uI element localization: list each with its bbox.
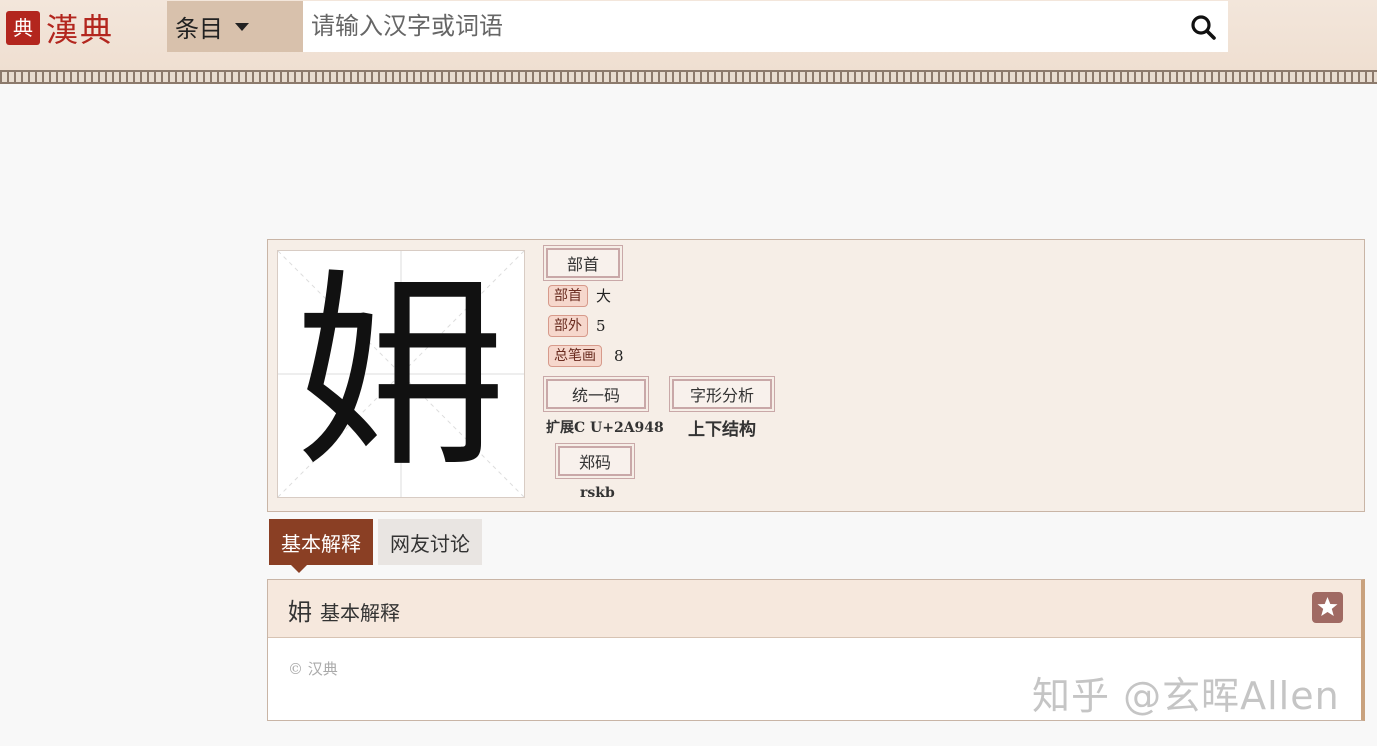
logo-seal: 典 <box>6 11 40 45</box>
site-logo[interactable]: 典 漢典 <box>6 8 115 49</box>
search-box <box>303 1 1228 52</box>
site-header: 典 漢典 条目 <box>0 0 1377 70</box>
logo-text: 漢典 <box>46 11 115 49</box>
tab-basic-explanation[interactable]: 基本解释 <box>269 519 373 573</box>
decorative-border <box>0 70 1377 84</box>
copyright-text: © 汉典 <box>288 660 338 678</box>
character-grid-box: 㚩 <box>277 250 525 498</box>
watermark: 知乎 @玄晖Allen <box>1032 674 1340 718</box>
character-glyph: 㚩 <box>295 251 506 496</box>
character-card: 㚩 部首 部首 大 部外 5 总笔画 8 统一码 扩展C U+2A948 字形分… <box>267 239 1365 512</box>
tab-user-discussion[interactable]: 网友讨论 <box>378 519 482 565</box>
zheng-frame-label: 郑码 <box>555 443 635 479</box>
star-icon <box>1317 597 1338 616</box>
total-strokes-value: 8 <box>614 347 624 365</box>
search-input[interactable] <box>303 1 1163 52</box>
structure-value: 上下结构 <box>688 420 756 440</box>
caret-down-icon <box>235 22 249 31</box>
outer-strokes-pill: 部外 <box>548 315 588 337</box>
section-header: 㚩 基本解释 <box>268 580 1361 638</box>
zheng-value: rskb <box>580 485 615 501</box>
unicode-frame-label: 统一码 <box>543 376 649 412</box>
structure-frame-label: 字形分析 <box>669 376 775 412</box>
total-strokes-pill: 总笔画 <box>548 345 602 367</box>
radical-frame-label: 部首 <box>543 245 623 281</box>
search-scope-select[interactable]: 条目 <box>167 1 303 52</box>
radical-value[interactable]: 大 <box>596 285 611 307</box>
radical-pill: 部首 <box>548 285 588 307</box>
section-character: 㚩 <box>288 598 312 626</box>
search-icon[interactable] <box>1190 14 1216 40</box>
favorite-button[interactable] <box>1312 592 1343 623</box>
outer-strokes-value: 5 <box>596 317 606 335</box>
section-title: 基本解释 <box>320 601 400 625</box>
search-scope-label: 条目 <box>175 16 223 43</box>
unicode-value: 扩展C U+2A948 <box>546 420 664 436</box>
